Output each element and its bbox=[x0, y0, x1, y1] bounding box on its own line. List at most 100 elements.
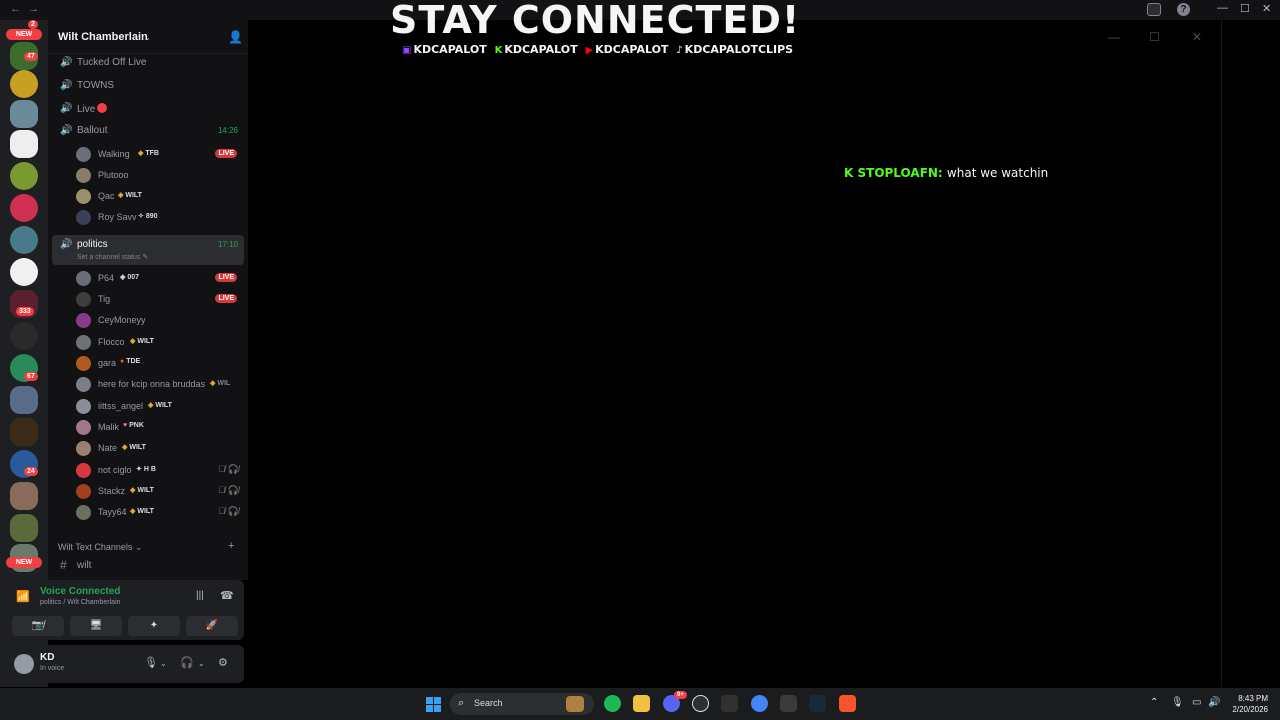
chevron-down-icon[interactable]: ⌄ bbox=[160, 659, 167, 668]
social-handle: KDCAPALOT bbox=[413, 43, 487, 56]
tag-text: WILT bbox=[137, 508, 154, 515]
game-launcher-icon[interactable] bbox=[780, 695, 797, 712]
voice-user[interactable]: Walking ◈ TFB LIVE bbox=[76, 144, 241, 164]
stream-maximize-button[interactable]: ☐ bbox=[1149, 30, 1160, 44]
voice-user[interactable]: Roy Savv ✧ 890 bbox=[76, 207, 241, 227]
taskbar: ⌕ Search 9+ ⌃ 🎙 ▭ 🔊 8:43 PM 2/20/2026 bbox=[0, 688, 1280, 720]
spotify-icon[interactable] bbox=[604, 695, 621, 712]
microphone-icon[interactable]: 🎙 bbox=[144, 656, 158, 669]
server-icon[interactable] bbox=[10, 100, 38, 128]
voice-user[interactable]: iittss_angel ◈ WILT bbox=[76, 396, 241, 416]
voice-active-icon: 🔊 bbox=[60, 125, 73, 136]
channel-politics[interactable]: 🔊 politics 17:10 Set a channel status ✎ bbox=[52, 235, 244, 265]
disconnect-icon[interactable]: ☎ bbox=[220, 589, 234, 602]
volume-icon[interactable]: 🔊 bbox=[1208, 697, 1220, 708]
muted-deafened-icon: 🎙̸ 🎧̸ bbox=[218, 464, 239, 474]
forward-icon[interactable]: → bbox=[28, 3, 39, 15]
server-icon[interactable] bbox=[10, 386, 38, 414]
obs-icon[interactable] bbox=[692, 695, 709, 712]
soundboard-button[interactable]: 🚀 bbox=[186, 616, 238, 636]
voice-user[interactable]: Plutooo bbox=[76, 165, 241, 185]
guild-tag: ♥ PNK bbox=[123, 422, 144, 429]
channel-towns[interactable]: 🔊 TOWNS bbox=[52, 76, 244, 96]
voice-status-title[interactable]: Voice Connected bbox=[40, 586, 120, 597]
taskbar-search[interactable]: ⌕ Search bbox=[450, 693, 594, 715]
avatar bbox=[76, 292, 91, 307]
voice-user[interactable]: Malik ♥ PNK bbox=[76, 417, 241, 437]
minimize-button[interactable]: — bbox=[1217, 2, 1228, 14]
headphones-icon[interactable]: 🎧 bbox=[180, 656, 194, 669]
channel-tucked-off-live[interactable]: 🔊 Tucked Off Live bbox=[52, 53, 244, 73]
voice-user[interactable]: gara ● TDE bbox=[76, 353, 241, 373]
unread-badge: 47 bbox=[24, 52, 38, 61]
channel-name: Tucked Off Live bbox=[77, 57, 147, 68]
noise-suppression-icon[interactable]: ||| bbox=[196, 590, 204, 601]
voice-user[interactable]: Tayy64 ◈ WILT 🎙̸ 🎧̸ bbox=[76, 502, 241, 522]
microphone-icon[interactable]: 🎙 bbox=[1171, 697, 1184, 708]
screen-share-button[interactable]: 🖥 bbox=[70, 616, 122, 636]
server-icon[interactable] bbox=[10, 514, 38, 542]
help-icon[interactable]: ? bbox=[1177, 3, 1190, 16]
voice-user[interactable]: Stackz ◈ WILT 🎙̸ 🎧̸ bbox=[76, 481, 241, 501]
voice-user[interactable]: CeyMoneyy bbox=[76, 310, 241, 330]
avatar[interactable] bbox=[14, 654, 34, 674]
voice-channel-path[interactable]: politics / Wilt Chamberlain bbox=[40, 599, 121, 606]
inbox-icon[interactable] bbox=[1147, 3, 1161, 16]
voice-user[interactable]: Qac ◈ WILT bbox=[76, 186, 241, 206]
tag-text: WILT bbox=[125, 192, 142, 199]
epic-games-icon[interactable] bbox=[721, 695, 738, 712]
channel-wilt[interactable]: # wilt bbox=[52, 556, 244, 576]
add-channel-icon[interactable]: + bbox=[228, 540, 234, 552]
voice-user[interactable]: here for kcip onna bruddas ◈ WIL bbox=[76, 374, 241, 394]
server-icon[interactable] bbox=[10, 226, 38, 254]
voice-user[interactable]: Tig LIVE bbox=[76, 289, 241, 309]
windows-start-icon[interactable] bbox=[426, 697, 441, 712]
network-icon[interactable]: ▭ bbox=[1192, 697, 1201, 708]
chrome-icon[interactable] bbox=[751, 695, 768, 712]
stream-frame bbox=[310, 20, 1222, 687]
voice-user[interactable]: Flocco ◈ WILT bbox=[76, 332, 241, 352]
activities-button[interactable]: ✦ bbox=[128, 616, 180, 636]
guild-tag: ✦ H B bbox=[136, 465, 156, 473]
clock[interactable]: 8:43 PM 2/20/2026 bbox=[1222, 693, 1268, 715]
server-icon[interactable] bbox=[10, 322, 38, 350]
voice-user[interactable]: P64 ◈ 007 LIVE bbox=[76, 268, 241, 288]
chevron-down-icon[interactable]: ⌄ bbox=[198, 659, 205, 668]
channel-status[interactable]: Set a channel status ✎ bbox=[77, 253, 148, 261]
voice-user[interactable]: Nate ◈ WILT bbox=[76, 438, 241, 458]
stream-minimize-button[interactable]: — bbox=[1108, 30, 1120, 44]
gear-icon[interactable]: ⚙ bbox=[218, 656, 228, 669]
server-icon[interactable] bbox=[10, 194, 38, 222]
channel-ballout[interactable]: 🔊 Ballout 14:26 bbox=[52, 121, 244, 141]
file-explorer-icon[interactable] bbox=[633, 695, 650, 712]
server-icon[interactable] bbox=[10, 258, 38, 286]
maximize-button[interactable]: ☐ bbox=[1240, 2, 1250, 15]
guild-header[interactable]: Wilt Chamberlain ⌄ 👤 bbox=[48, 20, 248, 54]
avatar bbox=[76, 271, 91, 286]
tag-icon: ◈ bbox=[118, 192, 124, 199]
invite-icon[interactable]: 👤 bbox=[228, 30, 243, 44]
steam-icon[interactable] bbox=[809, 695, 826, 712]
brave-icon[interactable] bbox=[839, 695, 856, 712]
camera-button[interactable]: 📷̸ bbox=[12, 616, 64, 636]
close-button[interactable]: ✕ bbox=[1262, 2, 1271, 15]
server-icon[interactable] bbox=[10, 130, 38, 158]
channel-live[interactable]: 🔊 Live bbox=[52, 99, 244, 119]
server-icon[interactable] bbox=[10, 482, 38, 510]
server-icon[interactable] bbox=[10, 418, 38, 446]
server-icon[interactable] bbox=[10, 70, 38, 98]
stream-close-button[interactable]: ✕ bbox=[1192, 30, 1202, 44]
voice-user[interactable]: not ciglo ✦ H B 🎙̸ 🎧̸ bbox=[76, 460, 241, 480]
tag-icon: ◈ bbox=[210, 380, 216, 387]
chat-username: K STOPLOAFN: bbox=[844, 166, 943, 180]
chevron-up-icon[interactable]: ⌃ bbox=[1150, 697, 1158, 708]
user-name: Plutooo bbox=[98, 170, 129, 180]
unread-badge: 24 bbox=[24, 467, 38, 476]
tag-text: 007 bbox=[127, 274, 140, 281]
server-icon[interactable] bbox=[10, 162, 38, 190]
user-panel: KD In voice 🎙 ⌄ 🎧 ⌄ ⚙ bbox=[4, 645, 244, 683]
category-wilt-text-channels[interactable]: Wilt Text Channels ⌄ bbox=[58, 542, 142, 553]
guild-tag: ◈ WILT bbox=[130, 486, 154, 494]
back-icon[interactable]: ← bbox=[10, 3, 21, 15]
tag-text: PNK bbox=[129, 422, 144, 429]
